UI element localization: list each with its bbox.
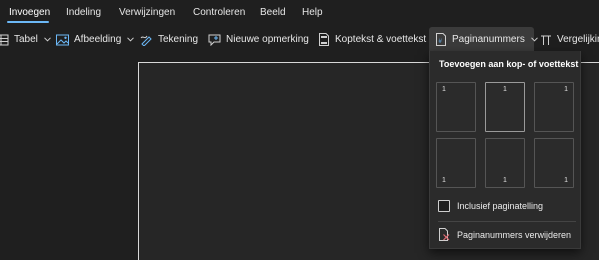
- thumb-number: 1: [442, 86, 446, 93]
- thumb-number: 1: [442, 177, 446, 184]
- equation-icon: [541, 35, 551, 45]
- page-number-bottom-center[interactable]: 1: [485, 138, 525, 188]
- active-tab-indicator: [7, 21, 49, 23]
- menu-divider: [438, 221, 576, 222]
- tab-controleren[interactable]: Controleren: [193, 7, 245, 18]
- thumb-number: 1: [564, 177, 568, 184]
- ribbon-commands: Tabel Afbeelding Tekening Nieuwe opmerki…: [0, 27, 599, 52]
- include-page-count-checkbox[interactable]: [438, 200, 450, 212]
- new-comment-label: Nieuwe opmerking: [226, 34, 309, 45]
- comment-icon: [208, 34, 221, 46]
- page-number-top-right[interactable]: 1: [534, 82, 574, 132]
- drawing-icon: [140, 35, 152, 46]
- include-page-count-option[interactable]: Inclusief paginatelling: [438, 200, 543, 212]
- svg-text:#: #: [439, 39, 443, 45]
- page-number-top-left[interactable]: 1: [436, 82, 476, 132]
- tab-beeld[interactable]: Beeld: [260, 7, 286, 18]
- remove-page-numbers-option[interactable]: Paginanummers verwijderen: [438, 228, 571, 241]
- tab-help[interactable]: Help: [302, 7, 323, 18]
- tab-invoegen[interactable]: Invoegen: [9, 7, 50, 18]
- menu-section-header: Toevoegen aan kop- of voettekst: [439, 59, 579, 69]
- page-number-top-center[interactable]: 1: [485, 82, 525, 132]
- page-numbers-label: Paginanummers: [452, 34, 525, 45]
- picture-label: Afbeelding: [74, 34, 122, 45]
- chevron-down-icon: [44, 37, 51, 42]
- table-label: Tabel: [14, 34, 38, 45]
- table-icon: [0, 34, 9, 45]
- ribbon-tab-bar: Invoegen Indeling Verwijzingen Controler…: [0, 0, 599, 26]
- header-footer-icon: [319, 33, 329, 46]
- page-numbers-button[interactable]: # Paginanummers: [429, 27, 538, 52]
- page-number-bottom-right[interactable]: 1: [534, 138, 574, 188]
- remove-page-numbers-label: Paginanummers verwijderen: [457, 229, 572, 240]
- chevron-down-icon: [530, 37, 538, 42]
- thumb-number: 1: [503, 86, 507, 93]
- equation-button[interactable]: Vergelijking: [540, 27, 599, 52]
- tab-indeling[interactable]: Indeling: [66, 7, 101, 18]
- picture-button[interactable]: Afbeelding: [56, 27, 135, 52]
- page-numbers-menu: Toevoegen aan kop- of voettekst 1 1 1 1 …: [429, 51, 581, 249]
- table-button[interactable]: Tabel: [0, 27, 51, 52]
- thumb-number: 1: [503, 177, 507, 184]
- header-footer-button[interactable]: Koptekst & voettekst: [318, 27, 426, 52]
- thumb-number: 1: [564, 86, 568, 93]
- new-comment-button[interactable]: Nieuwe opmerking: [208, 27, 309, 52]
- equation-label: Vergelijking: [557, 34, 599, 45]
- drawing-button[interactable]: Tekening: [140, 27, 198, 52]
- remove-page-numbers-icon: [439, 228, 450, 241]
- header-footer-label: Koptekst & voettekst: [335, 34, 427, 45]
- chevron-down-icon: [127, 37, 135, 42]
- picture-icon: [56, 34, 69, 45]
- page-number-bottom-left[interactable]: 1: [436, 138, 476, 188]
- drawing-label: Tekening: [158, 34, 199, 45]
- tab-verwijzingen[interactable]: Verwijzingen: [119, 7, 175, 18]
- page-number-icon: #: [436, 33, 446, 46]
- include-page-count-label: Inclusief paginatelling: [457, 201, 544, 211]
